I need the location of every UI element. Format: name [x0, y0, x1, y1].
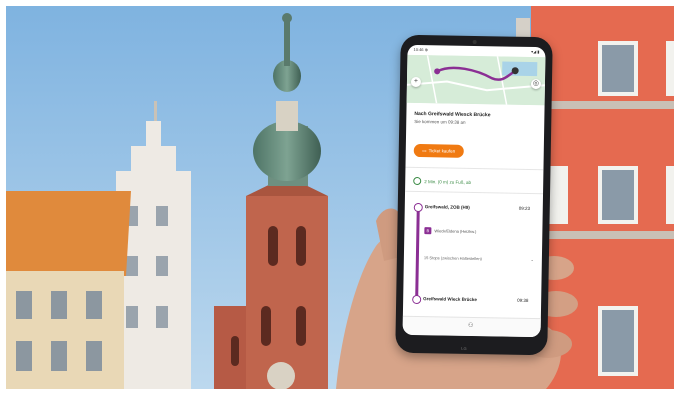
status-time: 10:46 ⊕ — [413, 46, 429, 53]
walk-icon — [413, 176, 422, 186]
departure-time: 09:23 — [518, 205, 531, 211]
plus-icon[interactable]: + — [410, 76, 422, 88]
line-direction: Wieck/Eldena (Heizkw.) — [434, 228, 477, 235]
route-map[interactable]: + ◎ — [406, 54, 546, 106]
person-icon[interactable]: ⚇ — [465, 321, 477, 331]
divider — [405, 166, 544, 171]
arrival-stop-marker — [412, 294, 422, 305]
phone-screen: 10:46 ⊕ ▾◢ ▮ + ◎ Nach Greifswald Wiesck … — [402, 44, 546, 338]
bottom-nav: ⚇ — [402, 315, 541, 338]
departure-stop[interactable]: Greifswald, ZOB (H9) — [425, 204, 470, 210]
departure-stop-marker — [413, 202, 423, 213]
walk-row: 2 Min. (0 m) zu Fuß, ab — [413, 176, 472, 186]
map-canvas — [406, 54, 546, 106]
walk-text: 2 Min. (0 m) zu Fuß, ab — [424, 178, 472, 185]
bus-line-badge: B — [424, 227, 432, 235]
arrival-time: 09:38 — [517, 297, 529, 303]
phone-brand: LG — [461, 345, 467, 351]
intermediate-stops-label: 15 Stops (zwischen Haltestellen) — [423, 255, 482, 262]
arrival-text: Sie kommen um 09:38 an — [414, 118, 466, 125]
arrival-stop[interactable]: Greifswald Wieck Brücke — [423, 296, 477, 302]
camera-icon — [472, 39, 477, 45]
status-icons: ▾◢ ▮ — [531, 48, 540, 55]
buy-ticket-button[interactable]: ▭ Ticket kaufen — [413, 143, 464, 158]
intermediate-stops-toggle[interactable]: 15 Stops (zwischen Haltestellen) ⌄ — [424, 255, 534, 262]
divider — [405, 190, 544, 195]
photo-frame: 10:46 ⊕ ▾◢ ▮ + ◎ Nach Greifswald Wiesck … — [6, 6, 674, 389]
locate-icon[interactable]: ◎ — [530, 78, 542, 90]
city-scene — [6, 6, 674, 389]
orange-roof-building — [6, 191, 131, 389]
chevron-down-icon: ⌄ — [530, 256, 534, 263]
buy-ticket-label: Ticket kaufen — [428, 148, 456, 154]
route-timeline — [415, 203, 420, 302]
ticket-icon: ▭ — [422, 147, 427, 153]
smartphone: 10:46 ⊕ ▾◢ ▮ + ◎ Nach Greifswald Wiesck … — [395, 34, 553, 356]
